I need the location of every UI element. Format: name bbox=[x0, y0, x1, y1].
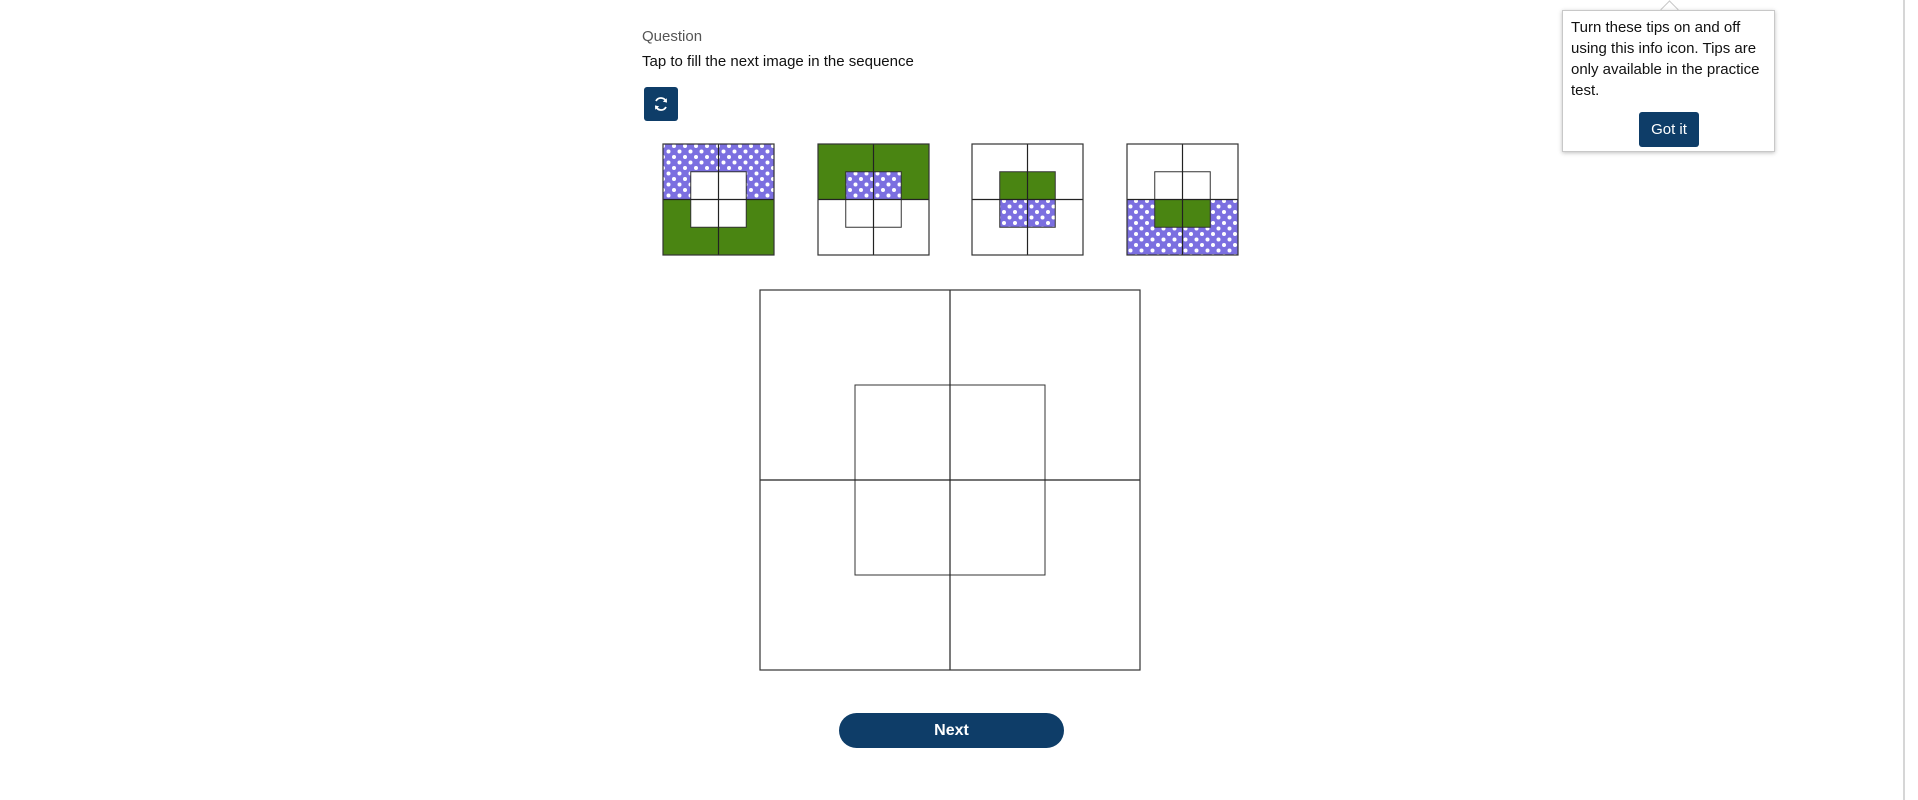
sequence-item-2 bbox=[817, 143, 930, 256]
answer-grid[interactable] bbox=[759, 289, 1141, 671]
scrollbar[interactable] bbox=[1903, 0, 1905, 800]
next-button[interactable]: Next bbox=[839, 713, 1064, 748]
tip-popover: Turn these tips on and off using this in… bbox=[1562, 10, 1775, 152]
sequence-item-1 bbox=[662, 143, 775, 256]
sequence-item-4 bbox=[1126, 143, 1239, 256]
tip-text: Turn these tips on and off using this in… bbox=[1571, 19, 1760, 99]
sequence-row bbox=[662, 143, 1239, 256]
sequence-item-3 bbox=[971, 143, 1084, 256]
answer-figure[interactable] bbox=[759, 289, 1141, 671]
got-it-button[interactable]: Got it bbox=[1639, 112, 1699, 147]
